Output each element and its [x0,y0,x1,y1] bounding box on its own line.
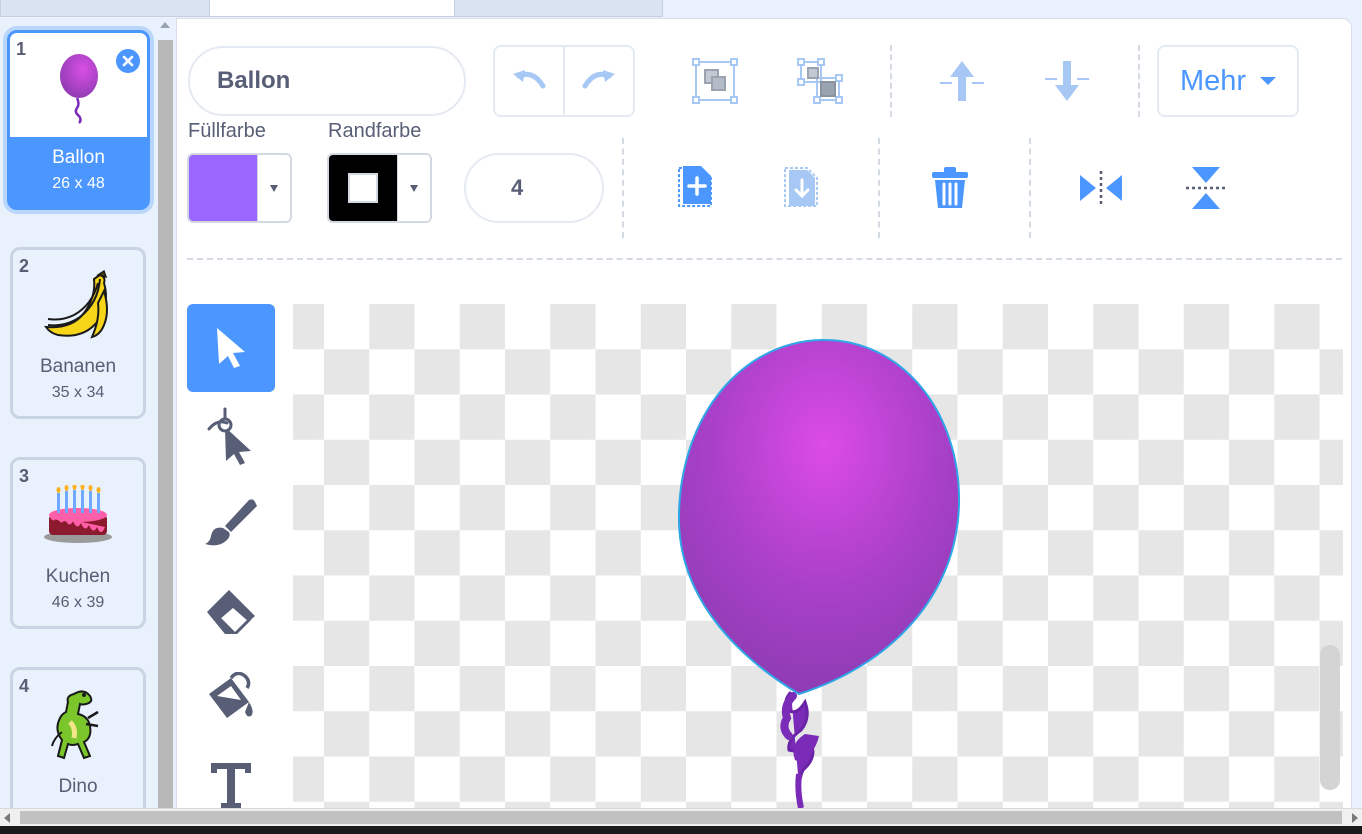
scroll-thumb[interactable] [158,40,173,808]
bananas-icon [13,262,143,348]
toolbar-divider [878,138,880,238]
toolbar-divider [622,138,624,238]
reshape-icon [207,407,251,465]
costume-item-kuchen[interactable]: 3 Kuchen 46 x 39 [10,457,146,629]
eraser-tool[interactable] [187,567,275,655]
flip-horizontal-icon [1080,171,1122,205]
forward-icon [940,61,984,101]
more-button[interactable]: Mehr [1157,45,1299,117]
select-tool[interactable] [187,304,275,392]
scroll-left-arrow-icon[interactable] [4,813,10,823]
taskbar [0,826,1362,834]
costume-size: 26 x 48 [52,175,105,192]
dropdown-arrow-icon [397,155,430,221]
costume-name-input[interactable]: Ballon [188,46,466,116]
outline-color-picker[interactable] [327,153,432,223]
toolbar-divider [1029,138,1031,238]
paste-icon [784,167,818,207]
paste-button[interactable] [778,164,824,210]
toolbar-bottom-divider [187,258,1342,260]
outline-label: Randfarbe [328,120,422,142]
undo-redo-group [493,45,635,117]
copy-button[interactable] [672,164,718,210]
fill-tool[interactable] [187,653,275,741]
toolbar-divider [890,45,892,117]
redo-button[interactable] [563,47,633,115]
cake-icon [13,472,143,558]
tab-strip [0,0,1362,18]
flip-horizontal-button[interactable] [1076,166,1126,210]
costume-size: 46 x 39 [51,594,105,611]
eraser-icon [207,590,255,634]
arrow-cursor-icon [217,328,245,368]
delete-icon [932,167,968,208]
group-button[interactable] [690,56,740,106]
more-label: Mehr [1179,64,1247,97]
flip-vertical-icon [1186,167,1226,209]
tab-costumes[interactable] [209,0,455,17]
tab-code[interactable] [0,0,210,17]
dino-icon [13,682,143,768]
caret-down-icon [1260,77,1277,85]
reshape-tool[interactable] [187,392,275,480]
outline-width-input[interactable]: 4 [464,153,604,223]
undo-button[interactable] [495,47,563,115]
ungroup-button[interactable] [795,56,845,106]
backward-icon [1045,61,1089,101]
fill-color-picker[interactable] [187,153,292,223]
balloon-costume-drawing[interactable] [293,304,1343,808]
tab-sounds[interactable] [454,0,663,17]
scroll-right-arrow-icon[interactable] [1352,813,1358,823]
costume-item-bananen[interactable]: 2 Bananen 35 x 34 [10,247,146,419]
close-icon [122,55,134,67]
costume-name: Bananen [39,356,117,377]
delete-costume-button[interactable] [114,47,142,75]
backward-button[interactable] [1042,58,1092,104]
costume-name: Kuchen [45,566,111,587]
paint-bucket-icon [209,672,253,718]
costume-size: 35 x 34 [51,384,105,401]
brush-tool[interactable] [187,478,275,566]
costume-item-ballon[interactable]: 1 Ballon 26 x 48 [7,30,150,210]
redo-icon [582,70,615,89]
undo-icon [513,70,546,89]
scroll-up-arrow-icon[interactable] [160,22,170,28]
group-icon [692,58,738,104]
costume-list-scrollbar[interactable] [156,18,176,808]
costume-name: Dino [58,776,98,797]
flip-vertical-button[interactable] [1182,164,1230,212]
brush-icon [205,499,257,546]
window-horizontal-scrollbar[interactable] [0,808,1362,826]
costume-item-dino[interactable]: 4 Dino [10,667,146,808]
costume-list: 1 Ballon 26 x 48 2 Bananen 35 x 34 3 Kuc… [0,18,176,808]
canvas-scrollbar[interactable] [1320,645,1340,790]
ungroup-icon [797,58,843,104]
fill-color-swatch [189,155,257,221]
delete-button[interactable] [927,164,973,212]
fill-label: Füllfarbe [188,120,266,142]
dropdown-arrow-icon [257,155,290,221]
text-icon [211,763,251,809]
outline-color-swatch [329,155,397,221]
copy-icon [678,166,712,207]
toolbar-divider [1138,45,1140,117]
paint-canvas[interactable] [293,304,1343,808]
costume-name: Ballon [52,147,105,168]
forward-button[interactable] [937,58,987,104]
scroll-thumb[interactable] [20,811,1342,824]
